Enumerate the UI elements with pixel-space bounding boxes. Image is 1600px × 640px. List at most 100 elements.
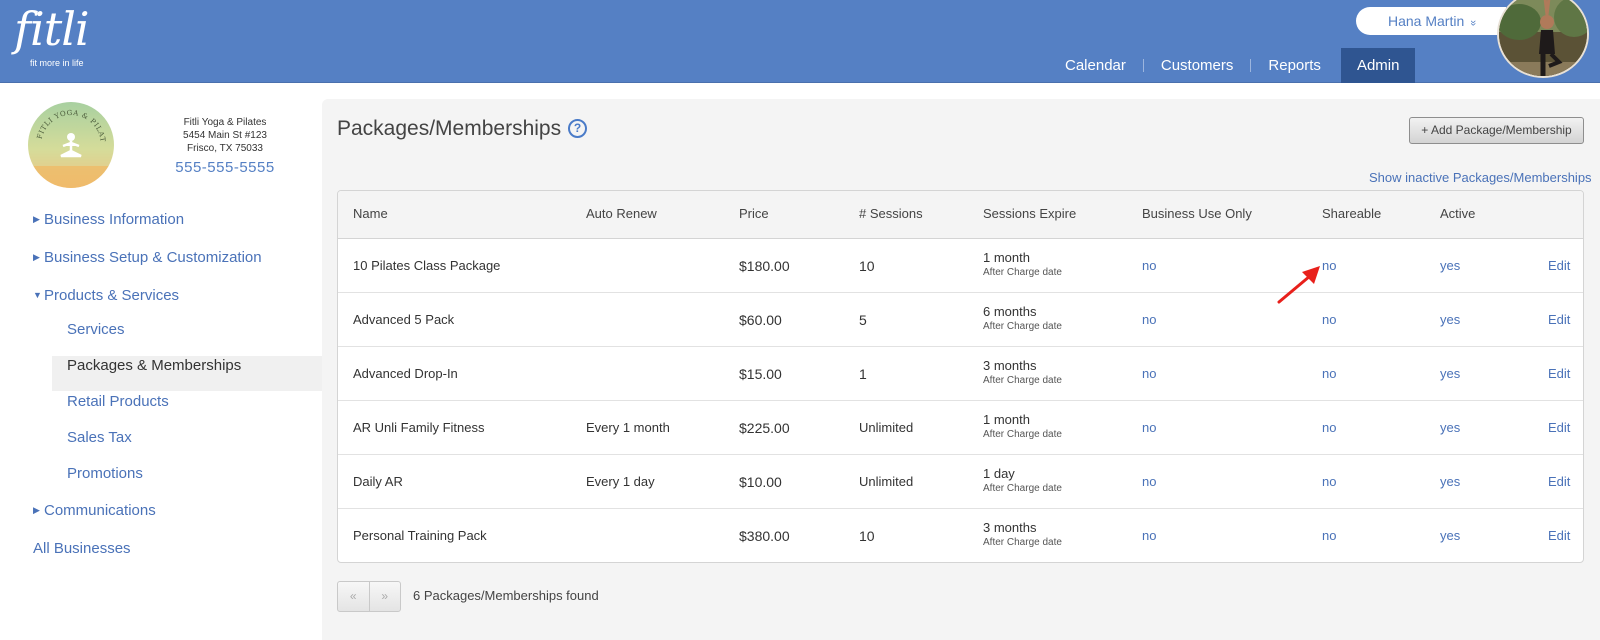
cell-name: Daily AR (353, 474, 403, 489)
cell-business-use-toggle[interactable]: no (1142, 528, 1156, 543)
column-header-auto-renew[interactable]: Auto Renew (586, 206, 657, 221)
cell-name: Advanced 5 Pack (353, 312, 455, 327)
nav-calendar[interactable]: Calendar (1048, 48, 1143, 83)
column-header-sessions-expire[interactable]: Sessions Expire (983, 206, 1076, 221)
nav-reports[interactable]: Reports (1251, 48, 1338, 83)
cell-price: $15.00 (739, 366, 782, 382)
edit-link[interactable]: Edit (1548, 366, 1570, 381)
expire-duration: 3 months (983, 520, 1037, 535)
cell-business-use-toggle[interactable]: no (1142, 420, 1156, 435)
sidebar-item-all-businesses[interactable]: All Businesses (33, 540, 131, 557)
cell-shareable-toggle[interactable]: no (1322, 258, 1336, 273)
sidebar-item-label: Products & Services (44, 287, 180, 304)
expire-duration: 3 months (983, 358, 1037, 373)
expire-duration: 1 month (983, 250, 1030, 265)
cell-business-use-toggle[interactable]: no (1142, 258, 1156, 273)
edit-link[interactable]: Edit (1548, 420, 1570, 435)
sidebar-item-sales-tax[interactable]: Sales Tax (67, 429, 132, 446)
logo-tagline: fit more in life (30, 58, 84, 68)
column-header-name[interactable]: Name (353, 206, 388, 221)
edit-link[interactable]: Edit (1548, 312, 1570, 327)
sidebar-item-business-information[interactable]: ▶ Business Information (33, 211, 184, 228)
cell-active-toggle[interactable]: yes (1440, 420, 1460, 435)
cell-shareable-toggle[interactable]: no (1322, 474, 1336, 489)
cell-sessions-expire: 3 months After Charge date (983, 520, 1062, 548)
annotation-arrow-icon (1277, 266, 1320, 304)
cell-name: AR Unli Family Fitness (353, 420, 485, 435)
column-header-active[interactable]: Active (1440, 206, 1475, 221)
sidebar-item-label: Communications (44, 502, 156, 519)
column-header-business-use[interactable]: Business Use Only (1142, 206, 1252, 221)
cell-sessions: 10 (859, 258, 875, 274)
sidebar-item-business-setup[interactable]: ▶ Business Setup & Customization (33, 249, 262, 266)
cell-business-use-toggle[interactable]: no (1142, 312, 1156, 327)
cell-active-toggle[interactable]: yes (1440, 528, 1460, 543)
cell-price: $60.00 (739, 312, 782, 328)
business-info: Fitli Yoga & Pilates 5454 Main St #123 F… (160, 116, 290, 178)
cell-sessions-expire: 3 months After Charge date (983, 358, 1062, 386)
column-header-price[interactable]: Price (739, 206, 769, 221)
cell-active-toggle[interactable]: yes (1440, 366, 1460, 381)
sidebar-item-retail-products[interactable]: Retail Products (67, 393, 169, 410)
caret-right-icon: ▶ (33, 505, 40, 515)
cell-shareable-toggle[interactable]: no (1322, 366, 1336, 381)
edit-link[interactable]: Edit (1548, 258, 1570, 273)
add-package-button[interactable]: + Add Package/Membership (1409, 117, 1584, 144)
cell-shareable-toggle[interactable]: no (1322, 312, 1336, 327)
sidebar-item-communications[interactable]: ▶ Communications (33, 502, 156, 519)
next-page-button[interactable]: » (368, 582, 401, 611)
cell-active-toggle[interactable]: yes (1440, 258, 1460, 273)
expire-note: After Charge date (983, 267, 1062, 278)
edit-link[interactable]: Edit (1548, 474, 1570, 489)
table-row: Advanced Drop-In $15.00 1 3 months After… (338, 347, 1583, 401)
page-title: Packages/Memberships (337, 117, 562, 140)
cell-active-toggle[interactable]: yes (1440, 312, 1460, 327)
expire-note: After Charge date (983, 375, 1062, 386)
user-menu[interactable]: Hana Martin» (1356, 7, 1506, 35)
table-row: Personal Training Pack $380.00 10 3 mont… (338, 509, 1583, 562)
caret-right-icon: ▶ (33, 252, 40, 262)
column-header-sessions[interactable]: # Sessions (859, 206, 923, 221)
business-logo-image: FITLI YOGA & PILATES (28, 102, 114, 188)
edit-link[interactable]: Edit (1548, 528, 1570, 543)
cell-sessions: Unlimited (859, 420, 914, 435)
nav-customers[interactable]: Customers (1144, 48, 1251, 83)
cell-sessions: 5 (859, 312, 867, 328)
cell-name: Advanced Drop-In (353, 366, 458, 381)
prev-page-button[interactable]: « (338, 582, 369, 611)
column-header-shareable[interactable]: Shareable (1322, 206, 1381, 221)
sidebar-item-promotions[interactable]: Promotions (67, 465, 143, 482)
expire-duration: 1 month (983, 412, 1030, 427)
sidebar-item-packages-memberships[interactable]: Packages & Memberships (67, 357, 241, 374)
table-row: Daily AR Every 1 day $10.00 Unlimited 1 … (338, 455, 1583, 509)
chevron-down-icon: » (1467, 19, 1480, 27)
results-count: 6 Packages/Memberships found (413, 588, 599, 603)
cell-business-use-toggle[interactable]: no (1142, 366, 1156, 381)
expire-note: After Charge date (983, 537, 1062, 548)
help-icon[interactable]: ? (568, 119, 587, 138)
avatar[interactable] (1497, 0, 1589, 78)
expire-duration: 6 months (983, 304, 1037, 319)
sidebar-item-label: Business Setup & Customization (44, 249, 262, 266)
nav-admin[interactable]: Admin (1340, 48, 1416, 83)
expire-note: After Charge date (983, 429, 1062, 440)
cell-shareable-toggle[interactable]: no (1322, 528, 1336, 543)
fitli-logo[interactable]: fitli fit more in life (14, 2, 90, 68)
expire-note: After Charge date (983, 483, 1062, 494)
business-name: Fitli Yoga & Pilates (183, 117, 267, 128)
cell-shareable-toggle[interactable]: no (1322, 420, 1336, 435)
show-inactive-link[interactable]: Show inactive Packages/Memberships (1369, 170, 1592, 185)
cell-price: $380.00 (739, 528, 790, 544)
business-phone[interactable]: 555-555-5555 (160, 158, 290, 178)
cell-price: $225.00 (739, 420, 790, 436)
caret-right-icon: ▶ (33, 214, 40, 224)
cell-business-use-toggle[interactable]: no (1142, 474, 1156, 489)
packages-table: Name Auto Renew Price # Sessions Session… (337, 190, 1584, 563)
cell-sessions-expire: 6 months After Charge date (983, 304, 1062, 332)
business-logo: FITLI YOGA & PILATES (28, 102, 114, 188)
sidebar-item-products-services[interactable]: ▼ Products & Services (33, 287, 179, 304)
cell-sessions-expire: 1 month After Charge date (983, 250, 1062, 278)
cell-active-toggle[interactable]: yes (1440, 474, 1460, 489)
avatar-photo (1499, 0, 1587, 76)
sidebar-item-services[interactable]: Services (67, 321, 125, 338)
